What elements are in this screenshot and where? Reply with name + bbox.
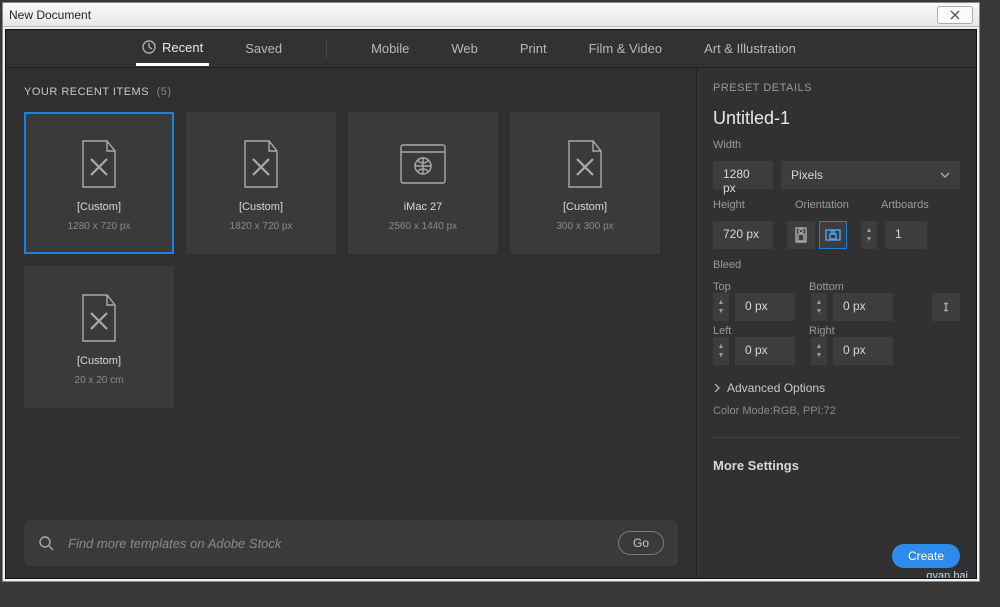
height-input[interactable]: 720 px [713, 221, 773, 249]
bleed-bottom-input[interactable]: 0 px [833, 293, 893, 321]
section-title: YOUR RECENT ITEMS (5) [24, 86, 678, 98]
preset-card[interactable]: [Custom] 20 x 20 cm [24, 266, 174, 408]
artboards-input[interactable]: 1 [885, 221, 927, 249]
preset-name: [Custom] [239, 201, 283, 213]
bleed-bottom-stepper[interactable]: ▲▼ [811, 293, 827, 321]
presets-panel: YOUR RECENT ITEMS (5) [Custom] 1280 x 720… [6, 68, 696, 578]
landscape-icon [825, 229, 841, 241]
left-label: Left [713, 325, 803, 337]
preset-dimensions: 1820 x 720 px [230, 221, 293, 232]
close-icon[interactable] [937, 6, 973, 24]
bleed-top-stepper[interactable]: ▲▼ [713, 293, 729, 321]
bleed-right-input[interactable]: 0 px [833, 337, 893, 365]
preset-thumb-icon [398, 135, 448, 193]
tab-saved[interactable]: Saved [239, 33, 288, 64]
advanced-options[interactable]: Advanced Options [713, 381, 960, 395]
tab-web[interactable]: Web [445, 33, 484, 64]
window-title: New Document [9, 8, 91, 22]
tab-art[interactable]: Art & Illustration [698, 33, 802, 64]
stock-search-bar: Find more templates on Adobe Stock Go [24, 520, 678, 566]
link-bleed-icon[interactable] [932, 293, 960, 321]
preset-thumb-icon [236, 135, 286, 193]
category-tabs: Recent Saved Mobile Web Print Film & Vid… [6, 30, 976, 68]
search-icon [38, 535, 54, 551]
artboards-stepper[interactable]: ▲▼ [861, 221, 877, 249]
preset-name: [Custom] [77, 201, 121, 213]
preset-thumb-icon [560, 135, 610, 193]
document-name[interactable]: Untitled-1 [713, 108, 960, 129]
tab-recent[interactable]: Recent [136, 32, 209, 66]
preset-cards: [Custom] 1280 x 720 px [Custom] 1820 x 720 … [24, 112, 678, 408]
width-input[interactable]: 1280 px [713, 161, 773, 189]
go-button[interactable]: Go [618, 531, 664, 555]
create-button[interactable]: Create gyan.bai [892, 544, 960, 568]
bottom-label: Bottom [809, 281, 844, 293]
preset-thumb-icon [74, 135, 124, 193]
preset-name: iMac 27 [404, 201, 443, 213]
portrait-icon [795, 227, 807, 243]
clock-icon [142, 40, 156, 54]
width-label: Width [713, 139, 960, 151]
bleed-top-input[interactable]: 0 px [735, 293, 795, 321]
preset-dimensions: 2560 x 1440 px [389, 221, 457, 232]
artboards-label: Artboards [881, 199, 929, 211]
chevron-right-icon [713, 383, 721, 393]
units-select[interactable]: Pixels [781, 161, 960, 189]
orientation-landscape[interactable] [819, 221, 847, 249]
top-label: Top [713, 281, 803, 293]
watermark: gyan.bai [926, 570, 968, 578]
tab-mobile[interactable]: Mobile [365, 33, 415, 64]
bleed-right-stepper[interactable]: ▲▼ [811, 337, 827, 365]
preset-dimensions: 300 x 300 px [556, 221, 613, 232]
color-mode-meta: Color Mode:RGB, PPI:72 [713, 405, 960, 417]
orientation-portrait[interactable] [787, 221, 815, 249]
preset-thumb-icon [74, 289, 124, 347]
tab-film[interactable]: Film & Video [583, 33, 668, 64]
preset-name: [Custom] [77, 355, 121, 367]
bleed-label: Bleed [713, 259, 960, 271]
bleed-left-stepper[interactable]: ▲▼ [713, 337, 729, 365]
divider [713, 437, 960, 438]
details-header: PRESET DETAILS [713, 82, 960, 94]
more-settings[interactable]: More Settings [713, 458, 960, 473]
orientation-label: Orientation [795, 199, 859, 211]
preset-dimensions: 20 x 20 cm [75, 375, 124, 386]
right-label: Right [809, 325, 835, 337]
tab-print[interactable]: Print [514, 33, 553, 64]
search-input[interactable]: Find more templates on Adobe Stock [68, 536, 608, 551]
bleed-left-input[interactable]: 0 px [735, 337, 795, 365]
preset-card[interactable]: [Custom] 1280 x 720 px [24, 112, 174, 254]
tab-separator [326, 40, 327, 58]
preset-name: [Custom] [563, 201, 607, 213]
preset-card[interactable]: [Custom] 300 x 300 px [510, 112, 660, 254]
chevron-down-icon [940, 172, 950, 178]
titlebar: New Document [3, 3, 979, 27]
preset-dimensions: 1280 x 720 px [68, 221, 131, 232]
tab-recent-label: Recent [162, 40, 203, 55]
preset-details-panel: PRESET DETAILS Untitled-1 Width 1280 px … [696, 68, 976, 578]
preset-card[interactable]: [Custom] 1820 x 720 px [186, 112, 336, 254]
preset-card[interactable]: iMac 27 2560 x 1440 px [348, 112, 498, 254]
height-label: Height [713, 199, 773, 211]
